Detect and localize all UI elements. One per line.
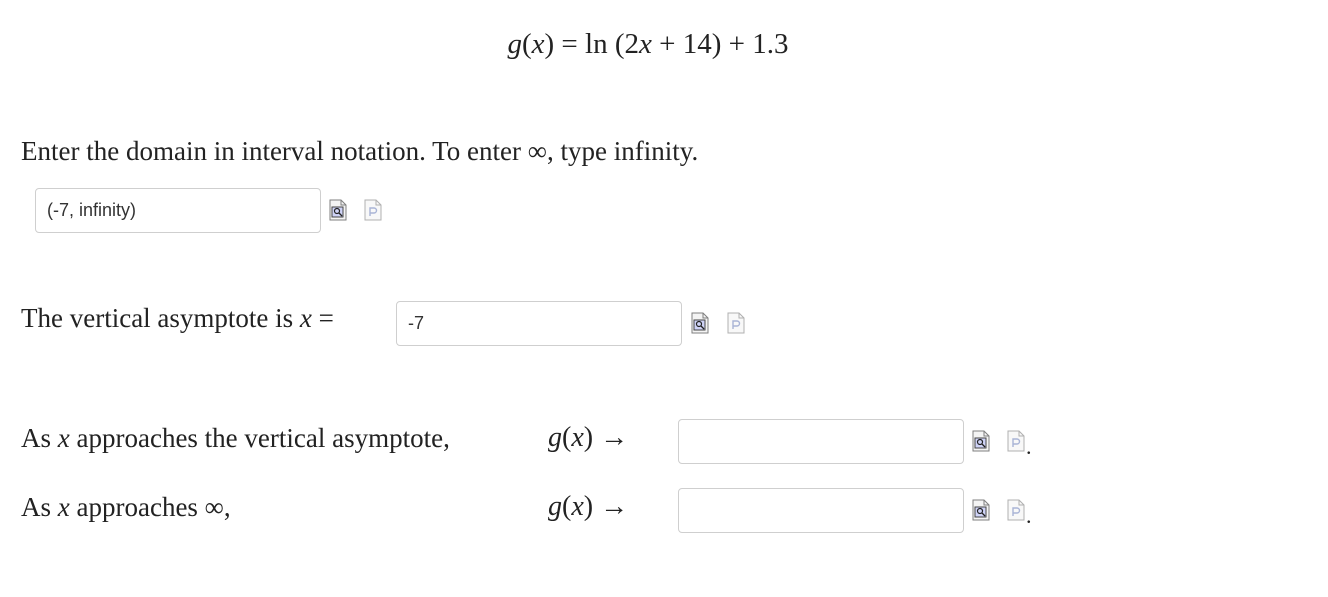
asymptote-prompt: The vertical asymptote is x = [21, 303, 334, 333]
sentence-period: . [1026, 503, 1032, 528]
asymptote-input[interactable]: -7 [396, 301, 682, 346]
help-icon[interactable] [727, 312, 745, 334]
domain-input[interactable]: (-7, infinity) [35, 188, 321, 233]
function-variable: x [531, 28, 545, 60]
help-icon[interactable] [1007, 430, 1025, 452]
limit-asymptote-input[interactable] [678, 419, 964, 464]
preview-icon[interactable] [691, 312, 709, 334]
limit-prompt-asymptote: As x approaches the vertical asymptote, [21, 423, 450, 453]
limit-expression: g(x) → [548, 422, 629, 453]
preview-icon[interactable] [972, 430, 990, 452]
function-equation: g(x) = ln (2x + 14) + 1.3 [507, 28, 789, 60]
help-icon[interactable] [1007, 499, 1025, 521]
sentence-period: . [1026, 434, 1032, 459]
log-function: ln [585, 28, 608, 60]
preview-icon[interactable] [329, 199, 347, 221]
help-icon[interactable] [364, 199, 382, 221]
preview-icon[interactable] [972, 499, 990, 521]
domain-prompt: Enter the domain in interval notation. T… [21, 136, 699, 166]
limit-infinity-input[interactable] [678, 488, 964, 533]
function-name: g [507, 28, 522, 60]
limit-prompt-infinity: As x approaches ∞, [21, 492, 231, 522]
limit-expression: g(x) → [548, 491, 629, 522]
